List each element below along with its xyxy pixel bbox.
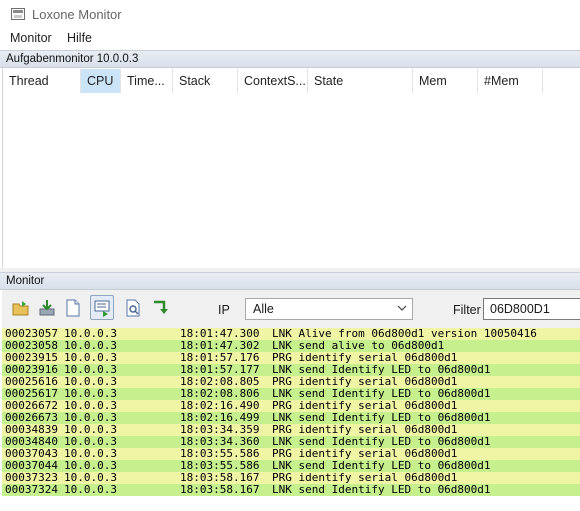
filter-input[interactable]: 06D800D1: [483, 298, 580, 320]
menu-monitor[interactable]: Monitor: [10, 31, 52, 45]
log-row[interactable]: 00037324 10.0.0.3 18:03:58.167 LNK send Ide…: [2, 484, 580, 496]
monitor-list-button[interactable]: [90, 295, 114, 320]
column-context-switches[interactable]: ContextS...: [238, 69, 308, 93]
ip-dropdown-value: Alle: [253, 302, 274, 316]
export-arrow-icon: [154, 300, 168, 314]
log-list[interactable]: 00023057 10.0.0.3 18:01:47.300 LNK Alive fr…: [2, 328, 580, 511]
menu-hilfe[interactable]: Hilfe: [67, 31, 92, 45]
window-title: Loxone Monitor: [32, 7, 122, 22]
new-document-button[interactable]: [60, 295, 84, 320]
monitor-list-icon: [94, 300, 110, 317]
menu-bar: Monitor Hilfe: [0, 29, 580, 49]
task-monitor-grid[interactable]: Thread CPU Time... Stack ContextS... Sta…: [2, 68, 580, 268]
ip-label: IP: [218, 303, 230, 317]
open-button[interactable]: [8, 295, 32, 320]
export-button[interactable]: [148, 295, 172, 320]
column-mem[interactable]: Mem: [413, 69, 478, 93]
search-document-icon: [126, 299, 140, 317]
column-mem-count[interactable]: #Mem: [478, 69, 543, 93]
search-document-button[interactable]: [120, 295, 144, 320]
download-icon: [39, 300, 55, 316]
log-id: 00037324: [5, 483, 58, 496]
column-state[interactable]: State: [308, 69, 413, 93]
task-monitor-header: Aufgabenmonitor 10.0.0.3: [0, 50, 580, 68]
log-ip: 10.0.0.3: [64, 483, 117, 496]
download-button[interactable]: [34, 295, 58, 320]
ip-dropdown[interactable]: Alle: [245, 298, 413, 320]
open-folder-icon: [12, 301, 29, 316]
monitor-header: Monitor: [0, 272, 580, 290]
new-document-icon: [66, 299, 80, 317]
title-bar: Loxone Monitor: [0, 0, 580, 28]
column-time[interactable]: Time...: [121, 69, 173, 93]
column-stack[interactable]: Stack: [173, 69, 238, 93]
column-thread[interactable]: Thread: [3, 69, 81, 93]
column-cpu[interactable]: CPU: [81, 69, 121, 93]
app-window-icon: [11, 8, 25, 20]
chevron-down-icon: [397, 305, 407, 311]
filter-label: Filter: [453, 303, 481, 317]
log-msg: LNK send Identify LED to 06d800d1: [272, 483, 491, 496]
monitor-panel: IP Alle Filter 06D800D1 00023057 10.0.0.3…: [2, 290, 580, 511]
log-time: 18:03:58.167: [180, 483, 260, 496]
